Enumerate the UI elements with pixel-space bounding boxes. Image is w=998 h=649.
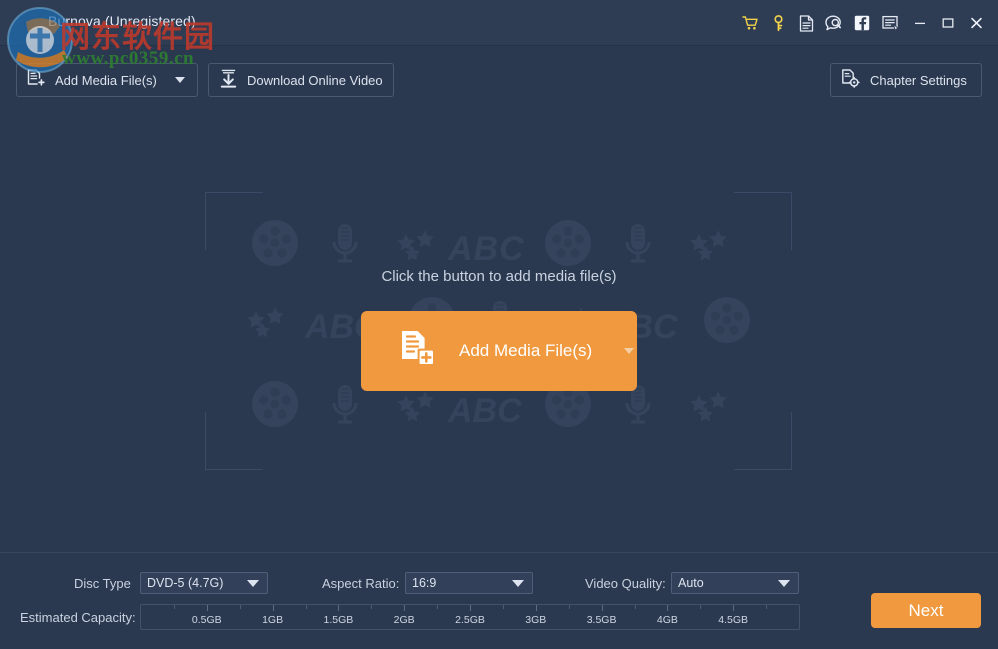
app-window: Burnova (Unregistered) Add Media File(s)… [0, 0, 998, 649]
ruler-tick [601, 605, 603, 611]
dropzone-hint-text: Click the button to add media file(s) [381, 268, 617, 285]
main-content: ABC ABC ABC ABC Click the button to add … [0, 110, 998, 552]
app-title: Burnova (Unregistered) [48, 13, 196, 29]
disc-type-select[interactable]: DVD-5 (4.7G) [140, 572, 268, 594]
ruler-tick [338, 605, 340, 611]
add-media-files-primary-button-label: Add Media File(s) [459, 341, 593, 360]
add-media-file-icon [27, 68, 46, 92]
disc-type-select-value: DVD-5 (4.7G) [147, 576, 224, 590]
maximize-icon[interactable] [934, 8, 962, 38]
ruler-tick-label: 4GB [656, 614, 678, 626]
ruler-tick-minor [568, 605, 570, 609]
ruler-tick [404, 605, 406, 611]
ruler-tick-minor [634, 605, 636, 609]
ruler-tick [272, 605, 274, 611]
disc-type-label: Disc Type [74, 576, 131, 591]
download-icon [219, 69, 238, 92]
chapter-settings-button[interactable]: Chapter Settings [830, 63, 982, 97]
ruler-tick [535, 605, 537, 611]
chevron-down-icon[interactable] [512, 579, 524, 587]
ruler-tick [667, 605, 669, 611]
chat-bubble-icon[interactable] [820, 8, 848, 38]
key-icon[interactable] [764, 8, 792, 38]
estimated-capacity-label: Estimated Capacity: [20, 610, 136, 625]
ruler-tick-minor [305, 605, 307, 609]
aspect-ratio-select-value: 16:9 [412, 576, 437, 590]
add-media-files-primary-button[interactable]: Add Media File(s) [361, 311, 637, 391]
download-online-video-button-label: Download Online Video [247, 72, 383, 88]
ruler-tick-label: 2.5GB [455, 614, 485, 626]
ruler-tick-minor [700, 605, 702, 609]
facebook-icon[interactable] [848, 8, 876, 38]
add-media-files-button[interactable]: Add Media File(s) [16, 63, 198, 97]
document-icon[interactable] [792, 8, 820, 38]
chapter-settings-button-label: Chapter Settings [870, 72, 967, 88]
ruler-tick-label: 2GB [393, 614, 415, 626]
close-icon[interactable] [962, 8, 990, 38]
bottom-settings-bar [0, 552, 998, 649]
ruler-tick-minor [173, 605, 175, 609]
chapter-settings-icon [841, 68, 861, 92]
chevron-down-icon[interactable] [175, 77, 185, 83]
add-media-files-button-label: Add Media File(s) [55, 72, 157, 88]
dropzone-corner-bottom-left [205, 412, 263, 470]
feedback-icon[interactable] [876, 8, 906, 38]
aspect-ratio-select[interactable]: 16:9 [405, 572, 533, 594]
ruler-tick-minor [239, 605, 241, 609]
dropzone-corner-top-left [205, 192, 263, 250]
titlebar-icon-group [736, 0, 990, 46]
chevron-down-icon[interactable] [247, 579, 259, 587]
ruler-tick-label: 3GB [525, 614, 547, 626]
ruler-tick-label: 1.5GB [323, 614, 354, 626]
add-media-file-icon [399, 329, 437, 374]
video-quality-select[interactable]: Auto [671, 572, 799, 594]
ruler-tick-minor [766, 605, 768, 609]
dropzone-corner-top-right [734, 192, 792, 250]
aspect-ratio-label: Aspect Ratio: [322, 576, 400, 591]
cart-icon[interactable] [736, 8, 764, 38]
ruler-tick-label: 1GB [262, 614, 284, 626]
chevron-down-icon[interactable] [778, 579, 790, 587]
ruler-tick [206, 605, 208, 611]
minimize-icon[interactable] [906, 8, 934, 38]
title-bar: Burnova (Unregistered) [0, 0, 998, 46]
chevron-down-icon[interactable] [624, 348, 635, 354]
ruler-tick [733, 605, 735, 611]
video-quality-label: Video Quality: [585, 576, 666, 591]
ruler-tick-label: 3.5GB [586, 614, 617, 626]
next-button[interactable]: Next [871, 593, 981, 628]
dropzone-corner-bottom-right [734, 412, 792, 470]
ruler-tick-minor [437, 605, 439, 609]
download-online-video-button[interactable]: Download Online Video [208, 63, 394, 97]
ruler-tick-minor [502, 605, 504, 609]
ruler-tick-label: 4.5GB [718, 614, 749, 626]
video-quality-select-value: Auto [678, 576, 704, 590]
estimated-capacity-ruler: 0.5GB 1GB 1.5GB 2GB 2.5GB 3GB 3.5GB 4GB 4.5GB [140, 604, 800, 630]
ruler-tick-minor [371, 605, 373, 609]
ruler-tick [470, 605, 471, 611]
ruler-tick-label: 0.5GB [191, 614, 222, 626]
